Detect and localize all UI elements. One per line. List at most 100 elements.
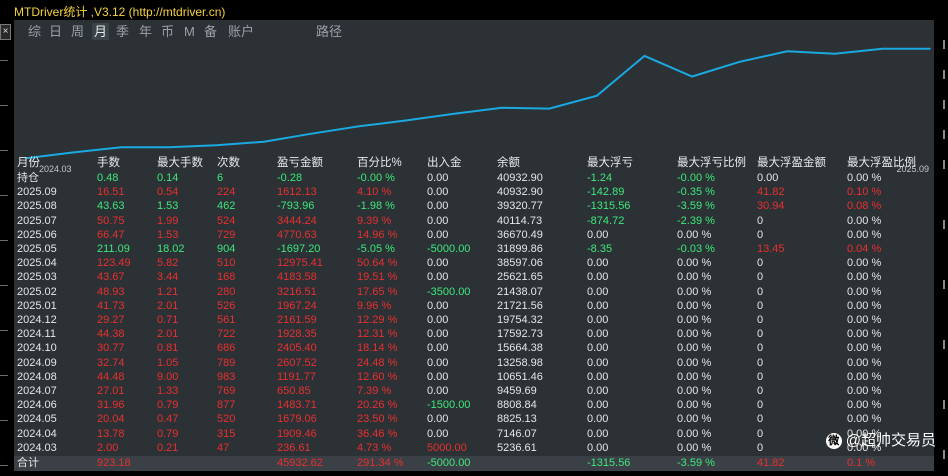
table-cell: 983: [217, 370, 236, 383]
table-cell: 8825.13: [497, 413, 537, 426]
table-cell: 0.00 %: [847, 285, 882, 298]
table-cell: 0: [757, 441, 764, 454]
table-cell: 0.00: [587, 328, 609, 341]
table-row: 2025.06 66.47 1.53 729 4770.63 14.96 % 0.00 366…: [14, 228, 934, 243]
table-cell: 0.00: [587, 441, 609, 454]
table-cell: 0.10 %: [847, 186, 882, 199]
table-row: 2024.11 44.38 2.01 722 1928.35 12.31 % 0.00 175…: [14, 327, 934, 342]
table-cell: 8808.84: [497, 399, 537, 412]
axis-mark: [943, 450, 945, 459]
equity-point: [738, 61, 741, 63]
table-cell: 3.44: [157, 271, 179, 284]
table-cell: 0: [757, 314, 764, 326]
column-header: 余额: [497, 157, 520, 169]
table-cell: 1612.13: [277, 186, 317, 199]
table-cell: 0.00: [587, 342, 609, 355]
column-header: 最大浮亏比例: [677, 157, 746, 169]
table-cell: 0.00 %: [677, 285, 712, 298]
table-cell: 43.63: [97, 200, 125, 213]
table-cell: 0.00 %: [677, 299, 712, 312]
table-cell: 0.00 %: [677, 413, 712, 426]
table-cell: 0.00 %: [847, 257, 882, 270]
table-cell: 44.48: [97, 370, 125, 383]
table-cell: 0.79: [157, 427, 179, 440]
table-cell: 40114.73: [497, 214, 543, 227]
table-cell: 1967.24: [277, 299, 317, 312]
table-cell: 2.01: [157, 299, 179, 312]
table-cell: 0.04 %: [847, 243, 882, 255]
table-row: 2024.12 29.27 0.71 561 2161.59 12.29 % 0.00 197…: [14, 313, 934, 328]
table-cell: 17.65 %: [357, 285, 398, 298]
tab-1[interactable]: 日: [47, 23, 64, 40]
table-cell: 2024.11: [17, 328, 56, 341]
table-cell: 0.00: [427, 186, 449, 199]
table-row: 2024.06 31.96 0.79 877 1483.71 20.26 % -1500.0…: [14, 398, 934, 413]
axis-tick: [0, 420, 8, 421]
table-cell: 0.00: [587, 271, 609, 284]
tab-7[interactable]: M: [182, 23, 197, 40]
axis-tick: [0, 465, 8, 466]
stats-panel: 综日周月季年币 M 备账户 路径 2024.03 2025.09 月份 手数 最大手数 次数…: [14, 20, 934, 471]
table-cell: 0.00 %: [677, 441, 712, 454]
axis-tick: [0, 240, 8, 241]
table-cell: 510: [217, 257, 236, 270]
table-cell: 合计: [17, 457, 39, 469]
tab-4[interactable]: 季: [114, 23, 131, 40]
table-cell: 1909.46: [277, 427, 317, 440]
table-cell: 877: [217, 399, 236, 412]
table-cell: 0.00: [427, 342, 449, 355]
table-cell: 20.26 %: [357, 399, 398, 412]
equity-point: [167, 146, 170, 149]
table-cell: 0.00: [427, 413, 449, 426]
tab-6[interactable]: 币: [159, 23, 176, 40]
table-cell: 0: [757, 257, 764, 270]
table-cell: 0: [757, 214, 764, 227]
table-cell: -0.35 %: [677, 186, 715, 199]
table-cell: 31899.86: [497, 243, 543, 255]
equity-point: [548, 107, 551, 110]
table-row: 2025.09 16.51 0.54 224 1612.13 4.10 % 0.00 4093…: [14, 185, 934, 200]
table-cell: 1.53: [157, 228, 179, 241]
table-cell: 0.00: [587, 257, 609, 270]
table-cell: 4.10 %: [357, 186, 392, 199]
table-cell: 5000.00: [427, 441, 467, 454]
table-cell: 38597.06: [497, 257, 543, 270]
table-cell: 41.82: [757, 457, 785, 469]
tab-0[interactable]: 综: [26, 23, 43, 40]
table-cell: 0.00: [427, 257, 449, 270]
tab-10[interactable]: 路径: [314, 23, 344, 40]
window-control-icon[interactable]: ×: [0, 24, 11, 40]
table-cell: 2025.08: [17, 200, 57, 213]
axis-mark: [943, 280, 945, 289]
table-cell: 0.00 %: [847, 328, 882, 341]
table-cell: 0.00 %: [677, 257, 712, 270]
tab-8[interactable]: 备: [202, 23, 219, 40]
table-cell: 462: [217, 200, 236, 213]
table-cell: 7.39 %: [357, 385, 392, 397]
table-row: 2024.08 44.48 9.00 983 1191.77 12.60 % 0.00 106…: [14, 370, 934, 385]
table-cell: 2024.12: [17, 314, 57, 326]
table-cell: 0.00 %: [847, 385, 882, 397]
table-cell: -1697.20: [277, 243, 321, 255]
table-cell: 0.00 %: [847, 370, 882, 383]
table-cell: 2025.06: [17, 228, 57, 241]
table-cell: 0.00 %: [847, 271, 882, 284]
tab-3[interactable]: 月: [92, 23, 110, 40]
table-cell: 0.21: [157, 441, 179, 454]
tab-5[interactable]: 年: [137, 23, 154, 40]
tab-9[interactable]: 账户: [226, 23, 256, 40]
axis-mark: [943, 160, 945, 169]
table-cell: -0.00 %: [357, 172, 395, 184]
table-cell: -0.03 %: [677, 243, 715, 255]
table-cell: 0.00 %: [677, 228, 712, 241]
table-cell: 6: [217, 172, 224, 184]
axis-tick: [0, 105, 8, 106]
table-row: 2025.08 43.63 1.53 462 -793.96 -1.98 % 0.00 393…: [14, 199, 934, 214]
table-cell: 224: [217, 186, 236, 199]
table-cell: 1.53: [157, 200, 179, 213]
table-cell: 0.00 %: [677, 342, 712, 355]
table-cell: 123.49: [97, 257, 131, 270]
tab-2[interactable]: 周: [69, 23, 86, 40]
table-cell: 9.96 %: [357, 299, 392, 312]
table-cell: 211.09: [97, 243, 130, 255]
